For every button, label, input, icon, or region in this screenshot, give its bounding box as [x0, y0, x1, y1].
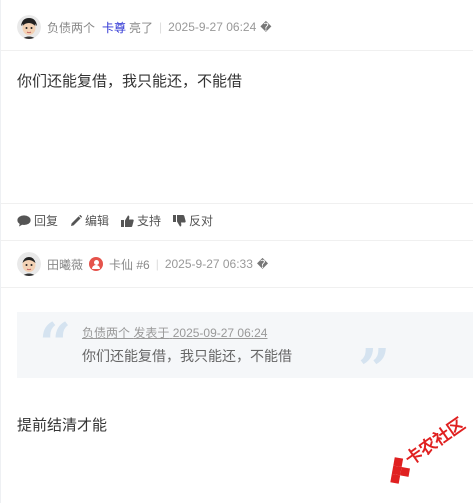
divider: [1, 287, 473, 288]
user-status: 亮了: [129, 20, 154, 35]
post-author[interactable]: 田曦薇: [47, 256, 83, 273]
divider: [1, 203, 473, 204]
post-time: 2025-9-27 06:24: [168, 20, 257, 34]
thread-page: 负债两个 卡尊 亮了 | 2025-9-27 06:24 � 你们还能复借，我只…: [0, 0, 473, 503]
post-time: 2025-9-27 06:33: [164, 257, 253, 271]
post-header: 负债两个 卡尊 亮了 | 2025-9-27 06:24 �: [1, 4, 473, 50]
quote-close-icon: ”: [358, 337, 391, 403]
support-button[interactable]: 支持: [121, 212, 161, 229]
edit-label: 编辑: [85, 214, 110, 228]
post-header: 田曦薇 卡仙 #6 | 2025-9-27 06:33 �: [1, 241, 473, 287]
oppose-button[interactable]: 反对: [173, 212, 213, 229]
reply-label: 回复: [34, 214, 59, 228]
pencil-icon: [71, 214, 83, 226]
support-label: 支持: [137, 214, 162, 228]
separator: |: [159, 20, 163, 34]
edit-button[interactable]: 编辑: [70, 212, 109, 229]
avatar[interactable]: [17, 252, 41, 276]
post-actions: 回复 编辑 支持 反对: [17, 212, 225, 229]
watermark-text: 卡农社区: [401, 414, 469, 470]
quote-meta[interactable]: 负债两个 发表于 2025-09-27 06:24: [82, 324, 267, 341]
quote-block: “ ” 负债两个 发表于 2025-09-27 06:24 你们还能复借，我只能…: [17, 311, 473, 398]
user-icon: [89, 257, 104, 271]
avatar[interactable]: [17, 15, 41, 39]
quote-label: 发表于: [133, 326, 170, 340]
quote-text: 你们还能复借，我只能还，不能借: [82, 348, 292, 364]
thumbs-up-icon: [121, 215, 134, 227]
divider: [1, 50, 473, 51]
quote-author: 负债两个: [82, 326, 131, 340]
quote-time: 2025-09-27 06:24: [172, 326, 268, 340]
quote-open-icon: “: [39, 311, 72, 377]
user-badge: 卡尊: [102, 20, 127, 35]
post-glyph: �: [260, 21, 272, 34]
oppose-label: 反对: [189, 214, 214, 228]
separator: |: [155, 257, 159, 271]
post-content: 提前结清才能: [17, 417, 108, 434]
site-watermark: 卡农社区: [369, 410, 469, 490]
reply-button[interactable]: 回复: [17, 212, 58, 229]
post-content: 你们还能复借，我只能还，不能借: [17, 73, 243, 90]
user-rank: 卡仙 #6: [109, 257, 150, 272]
post-glyph: �: [256, 258, 269, 271]
comment-icon: [17, 214, 31, 226]
post-author[interactable]: 负债两个: [47, 19, 95, 36]
thumbs-down-icon: [173, 214, 186, 226]
